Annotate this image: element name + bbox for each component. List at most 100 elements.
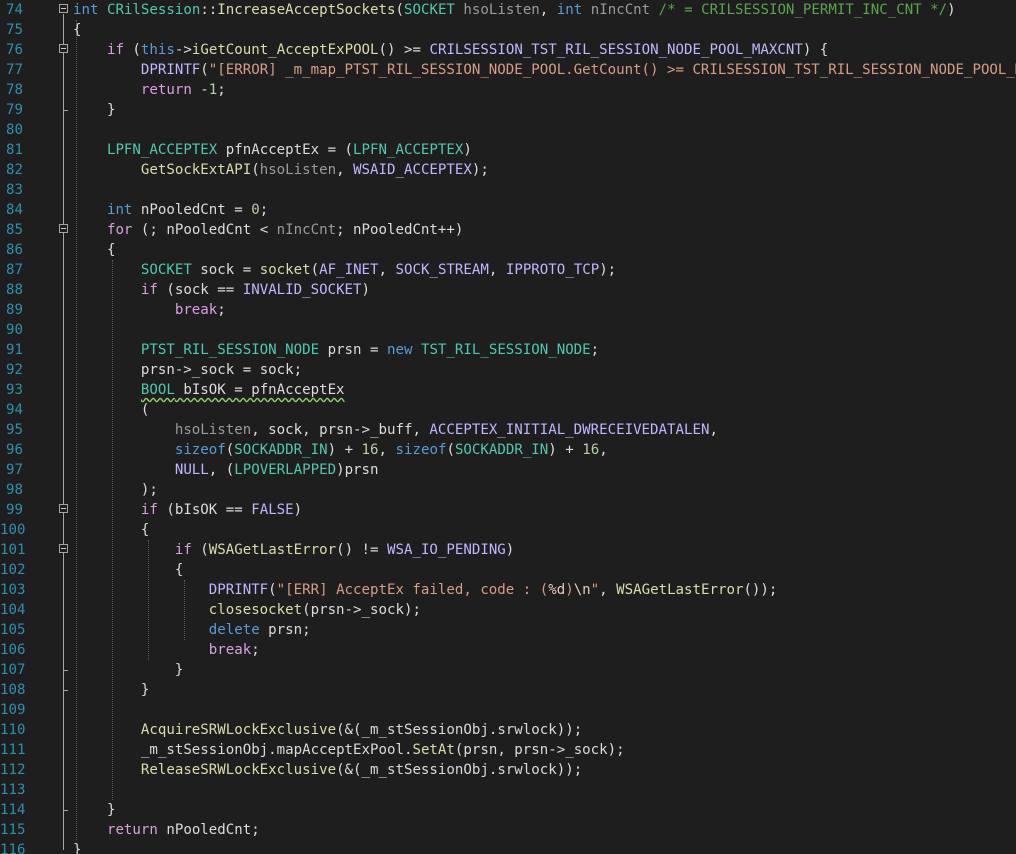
code-line[interactable]: 102 { <box>0 560 1016 580</box>
code-line[interactable]: 103 DPRINTF("[ERR] AcceptEx failed, code… <box>0 580 1016 600</box>
code-line[interactable]: 77 DPRINTF("[ERROR] _m_map_PTST_RIL_SESS… <box>0 60 1016 80</box>
code-text: if (this->iGetCount_AcceptExPOOL() >= CR… <box>73 40 828 60</box>
code-text: sizeof(SOCKADDR_IN) + 16, sizeof(SOCKADD… <box>73 440 608 460</box>
code-token: ) <box>505 542 515 558</box>
code-line[interactable]: 100 { <box>0 520 1016 540</box>
line-number: 89 <box>6 302 23 318</box>
code-token: ) <box>947 2 956 18</box>
code-token: CRilSession <box>106 2 201 18</box>
code-token: CRILSESSION_TST_RIL_SESSION_NODE_POOL_MA… <box>429 42 803 58</box>
code-line[interactable]: 99 if (bIsOK == FALSE) <box>0 500 1016 520</box>
line-number: 116 <box>0 842 26 854</box>
code-text: break; <box>73 640 260 660</box>
code-token: new <box>386 342 413 358</box>
code-token: ) + <box>327 442 362 458</box>
collapse-toggle-icon[interactable] <box>59 4 68 13</box>
code-token: closesocket <box>208 602 303 618</box>
code-token: ( <box>225 442 235 458</box>
code-line[interactable]: 98 ); <box>0 480 1016 500</box>
code-token: if <box>140 282 158 298</box>
line-number: 101 <box>0 542 26 558</box>
line-number: 86 <box>6 242 23 258</box>
code-token: LPFN_ACCEPTEX <box>353 142 464 158</box>
code-token: , <box>599 582 617 598</box>
code-text: } <box>73 680 150 700</box>
code-token: (prsn-> <box>302 602 362 618</box>
code-line[interactable]: 87 SOCKET sock = socket(AF_INET, SOCK_ST… <box>0 260 1016 280</box>
code-token: _m_stSessionObj <box>361 722 489 738</box>
code-token: ( <box>446 442 455 458</box>
code-token: )); <box>556 722 583 738</box>
code-line[interactable]: 105 delete prsn; <box>0 620 1016 640</box>
code-token: (&( <box>336 762 362 778</box>
code-line[interactable]: 83 <box>0 180 1016 200</box>
code-line[interactable]: 78 return -1; <box>0 80 1016 100</box>
code-line[interactable]: 84 int nPooledCnt = 0; <box>0 200 1016 220</box>
line-number: 98 <box>6 482 23 498</box>
code-line[interactable]: 115 return nPooledCnt; <box>0 820 1016 840</box>
code-line[interactable]: 108 } <box>0 680 1016 700</box>
code-line[interactable]: 74 int CRilSession::IncreaseAcceptSockets… <box>0 0 1016 20</box>
code-line[interactable]: 79 } <box>0 100 1016 120</box>
code-line[interactable]: 96 sizeof(SOCKADDR_IN) + 16, sizeof(SOCK… <box>0 440 1016 460</box>
code-line[interactable]: 92 prsn->_sock = sock; <box>0 360 1016 380</box>
code-line[interactable]: 101 if (WSAGetLastError() != WSA_IO_PEND… <box>0 540 1016 560</box>
code-line[interactable]: 113 <box>0 780 1016 800</box>
code-line[interactable]: 95 hsoListen, sock, prsn->_buff, ACCEPTE… <box>0 420 1016 440</box>
code-token: } <box>73 682 150 698</box>
code-token: "[ERR] AcceptEx failed, code : ( <box>276 582 549 598</box>
code-text: SOCKET sock = socket(AF_INET, SOCK_STREA… <box>73 260 616 280</box>
code-token: - <box>191 82 209 98</box>
code-text: } <box>73 660 184 680</box>
code-token: hsoListen <box>174 422 252 438</box>
code-token: TST_RIL_SESSION_NODE <box>420 342 591 358</box>
code-line[interactable]: 85 for (; nPooledCnt < nIncCnt; nPooledC… <box>0 220 1016 240</box>
code-line[interactable]: 106 break; <box>0 640 1016 660</box>
code-editor[interactable]: 74 int CRilSession::IncreaseAcceptSockets… <box>0 0 1016 854</box>
code-line[interactable]: 91 PTST_RIL_SESSION_NODE prsn = new TST_… <box>0 340 1016 360</box>
code-text: if (bIsOK == FALSE) <box>73 500 302 520</box>
code-line[interactable]: 97 NULL, (LPOVERLAPPED)prsn <box>0 460 1016 480</box>
code-line[interactable]: 110 AcquireSRWLockExclusive(&(_m_stSessi… <box>0 720 1016 740</box>
code-line[interactable]: 104 closesocket(prsn->_sock); <box>0 600 1016 620</box>
code-line[interactable]: 76 if (this->iGetCount_AcceptExPOOL() >=… <box>0 40 1016 60</box>
code-line[interactable]: 93 BOOL bIsOK = pfnAcceptEx <box>0 380 1016 400</box>
code-line[interactable]: 94 ( <box>0 400 1016 420</box>
line-number: 74 <box>6 2 23 18</box>
code-token: ( <box>191 542 209 558</box>
code-token: if <box>106 42 124 58</box>
code-token: ) { <box>802 42 829 58</box>
code-line[interactable]: 90 <box>0 320 1016 340</box>
code-token: 16 <box>361 442 379 458</box>
code-line[interactable]: 112 ReleaseSRWLockExclusive(&(_m_stSessi… <box>0 760 1016 780</box>
code-text: { <box>73 520 150 540</box>
collapse-toggle-icon[interactable] <box>59 544 68 553</box>
code-line[interactable]: 81 LPFN_ACCEPTEX pfnAcceptEx = (LPFN_ACC… <box>0 140 1016 160</box>
line-number: 81 <box>6 142 23 158</box>
code-line[interactable]: 80 <box>0 120 1016 140</box>
code-text: } <box>73 800 116 820</box>
line-number: 76 <box>6 42 23 58</box>
code-token: nPooledCnt = <box>132 202 252 218</box>
code-line[interactable]: 82 GetSockExtAPI(hsoListen, WSAID_ACCEPT… <box>0 160 1016 180</box>
code-line[interactable]: 116} <box>0 840 1016 854</box>
collapse-toggle-icon[interactable] <box>59 44 68 53</box>
line-number: 91 <box>6 342 23 358</box>
code-line[interactable]: 75 { <box>0 20 1016 40</box>
code-line[interactable]: 114 } <box>0 800 1016 820</box>
code-line[interactable]: 86 { <box>0 240 1016 260</box>
line-number: 105 <box>0 622 26 638</box>
code-line[interactable]: 107 } <box>0 660 1016 680</box>
code-line[interactable]: 88 if (sock == INVALID_SOCKET) <box>0 280 1016 300</box>
code-token: sizeof <box>395 442 447 458</box>
collapse-toggle-icon[interactable] <box>59 224 68 233</box>
code-line[interactable]: 89 break; <box>0 300 1016 320</box>
line-number: 92 <box>6 362 23 378</box>
code-line[interactable]: 111 _m_stSessionObj.mapAcceptExPool.SetA… <box>0 740 1016 760</box>
code-token: { <box>73 242 116 258</box>
code-line[interactable]: 109 <box>0 700 1016 720</box>
collapse-toggle-icon[interactable] <box>59 504 68 513</box>
